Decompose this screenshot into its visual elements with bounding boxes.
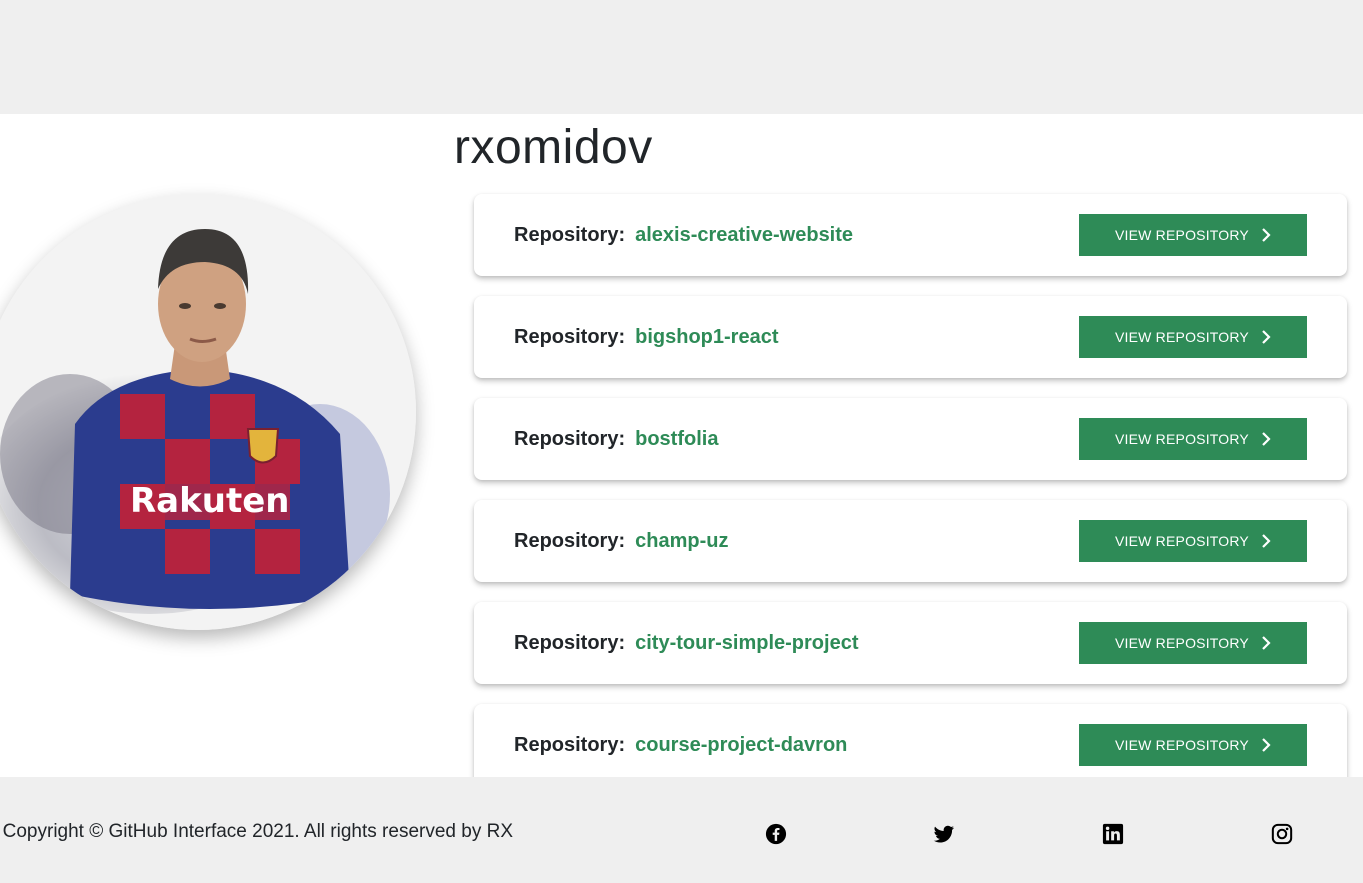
repository-card: Repository: champ-uz VIEW REPOSITORY (474, 500, 1347, 582)
chevron-right-icon (1262, 738, 1271, 752)
view-repository-label: VIEW REPOSITORY (1115, 329, 1249, 345)
repository-card: Repository: course-project-davron VIEW R… (474, 704, 1347, 777)
repository-text: Repository: champ-uz (514, 500, 728, 582)
repository-card: Repository: alexis-creative-website VIEW… (474, 194, 1347, 276)
repository-name[interactable]: bigshop1-react (635, 326, 778, 349)
repository-card: Repository: bigshop1-react VIEW REPOSITO… (474, 296, 1347, 378)
view-repository-button[interactable]: VIEW REPOSITORY (1079, 724, 1307, 766)
repository-text: Repository: bostfolia (514, 398, 718, 480)
chevron-right-icon (1262, 432, 1271, 446)
repository-card: Repository: bostfolia VIEW REPOSITORY (474, 398, 1347, 480)
repository-name[interactable]: city-tour-simple-project (635, 632, 858, 655)
view-repository-button[interactable]: VIEW REPOSITORY (1079, 214, 1307, 256)
page: rxomidov Rakuten Repository: alexis-crea… (0, 0, 1363, 883)
repository-name[interactable]: course-project-davron (635, 734, 847, 757)
repository-text: Repository: city-tour-simple-project (514, 602, 858, 684)
view-repository-label: VIEW REPOSITORY (1115, 635, 1249, 651)
copyright-text: Copyright © GitHub Interface 2021. All r… (2, 821, 513, 842)
repository-list: Repository: alexis-creative-website VIEW… (474, 194, 1347, 777)
view-repository-button[interactable]: VIEW REPOSITORY (1079, 418, 1307, 460)
username-title: rxomidov (454, 121, 653, 174)
view-repository-label: VIEW REPOSITORY (1115, 533, 1249, 549)
header-band (0, 0, 1363, 114)
instagram-icon[interactable] (1271, 823, 1293, 845)
chevron-right-icon (1262, 228, 1271, 242)
repository-card: Repository: city-tour-simple-project VIE… (474, 602, 1347, 684)
facebook-icon[interactable] (765, 823, 787, 845)
main-content: rxomidov Rakuten Repository: alexis-crea… (0, 114, 1363, 777)
view-repository-button[interactable]: VIEW REPOSITORY (1079, 316, 1307, 358)
view-repository-label: VIEW REPOSITORY (1115, 431, 1249, 447)
repository-label: Repository: (514, 223, 626, 246)
repository-text: Repository: alexis-creative-website (514, 194, 853, 276)
repository-name[interactable]: bostfolia (635, 428, 718, 451)
repository-label: Repository: (514, 427, 626, 450)
twitter-icon[interactable] (933, 823, 955, 845)
repository-text: Repository: bigshop1-react (514, 296, 778, 378)
linkedin-icon[interactable] (1102, 823, 1124, 845)
repository-label: Repository: (514, 529, 626, 552)
repository-text: Repository: course-project-davron (514, 704, 847, 777)
view-repository-label: VIEW REPOSITORY (1115, 227, 1249, 243)
view-repository-button[interactable]: VIEW REPOSITORY (1079, 622, 1307, 664)
chevron-right-icon (1262, 636, 1271, 650)
repository-name[interactable]: alexis-creative-website (635, 224, 853, 247)
chevron-right-icon (1262, 330, 1271, 344)
footer: Copyright © GitHub Interface 2021. All r… (0, 777, 1363, 883)
avatar-photo: Rakuten (0, 194, 416, 630)
view-repository-button[interactable]: VIEW REPOSITORY (1079, 520, 1307, 562)
avatar: Rakuten (0, 194, 416, 630)
repository-label: Repository: (514, 631, 626, 654)
repository-name[interactable]: champ-uz (635, 530, 728, 553)
repository-label: Repository: (514, 733, 626, 756)
view-repository-label: VIEW REPOSITORY (1115, 737, 1249, 753)
svg-text:Rakuten: Rakuten (130, 481, 289, 521)
repository-label: Repository: (514, 325, 626, 348)
chevron-right-icon (1262, 534, 1271, 548)
